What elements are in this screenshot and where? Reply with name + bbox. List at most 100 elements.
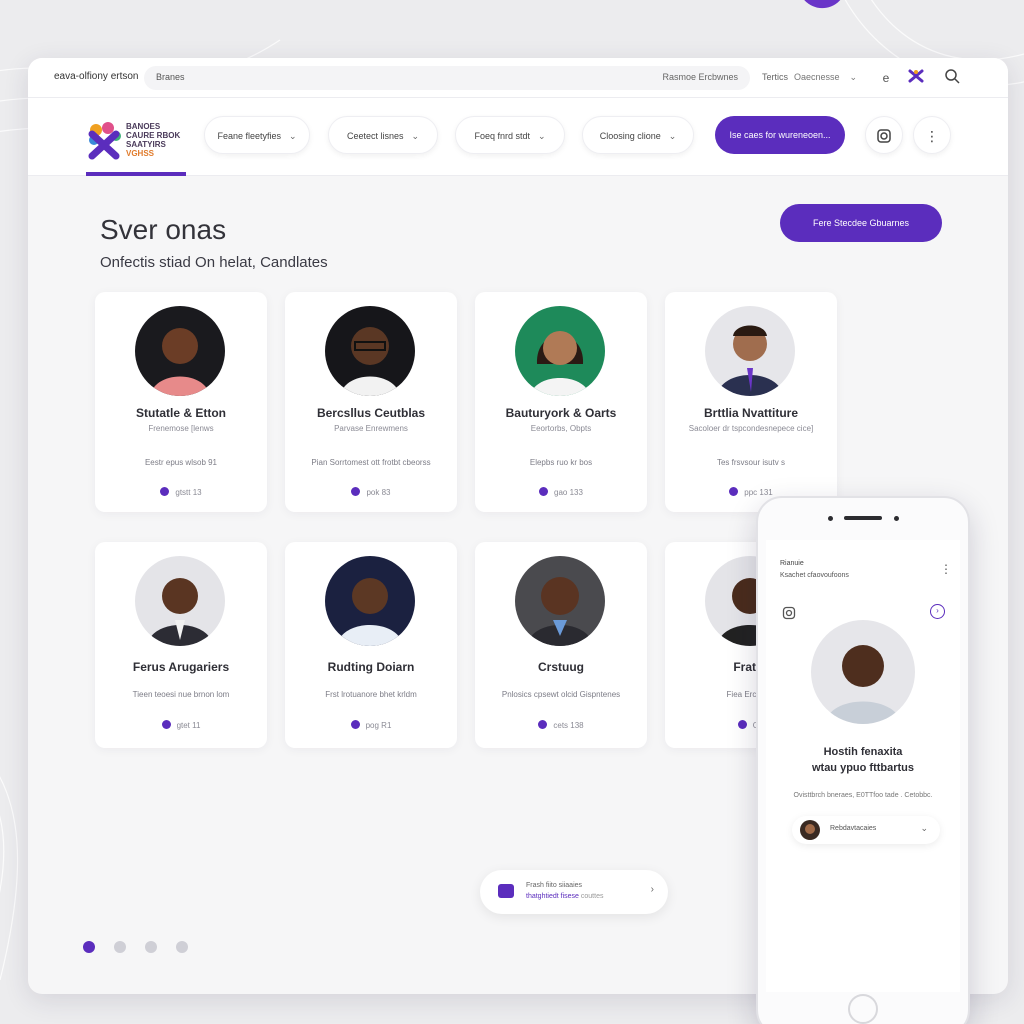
- brand-logo[interactable]: BANOES CAURE RBOK SAATYIRS VGHSS: [86, 120, 186, 160]
- toast-title: Frash fiito siiaaies: [526, 882, 583, 889]
- candidate-description: Eestr epus wlsob 91: [144, 458, 218, 467]
- phone-screen: Rianuie Ksachet cfaovoufoons ⋮ › Hostih …: [766, 540, 960, 992]
- phone-speaker: [844, 516, 882, 520]
- settings-icon[interactable]: e: [876, 68, 896, 88]
- logo-line-4: VGHSS: [126, 149, 155, 158]
- candidate-name: Brttlia Nvattiture: [703, 406, 798, 420]
- address-query: Branes: [156, 72, 185, 82]
- home-button[interactable]: [848, 994, 878, 1024]
- filter-label: Cloosing clione: [599, 131, 661, 141]
- candidate-meta-text: gtet 11: [176, 721, 201, 730]
- filter-label: Ceetect lisnes: [346, 131, 404, 141]
- toast-body-muted: couttes: [580, 893, 604, 900]
- filter-label: Foeq fnrd stdt: [474, 131, 530, 141]
- candidate-meta: pok 83: [285, 487, 457, 497]
- candidate-meta: gtstt 13: [95, 487, 267, 497]
- filter-label: Feane fleetyfies: [217, 131, 281, 141]
- candidate-role: Sacoloer dr tspcondesnepece cice]: [688, 424, 814, 433]
- candidate-card[interactable]: Bercsllus Ceutblas Parvase Enrewmens Pia…: [285, 292, 457, 512]
- candidate-description: Elepbs ruo kr bos: [529, 458, 593, 467]
- avatar: [800, 820, 820, 840]
- chat-icon: [498, 884, 514, 898]
- status-dot-icon: [351, 487, 361, 496]
- browser-toolbar: eava-olfiony ertson Branes Rasmoe Ercbwn…: [28, 58, 1008, 98]
- candidate-name: Bercsllus Ceutblas: [316, 406, 426, 420]
- status-dot-icon: [161, 720, 171, 729]
- chevron-down-icon: ⌄: [849, 72, 858, 82]
- chevron-down-icon: ⌄: [411, 131, 420, 141]
- phone-name-line-2: wtau ypuo fttbartus: [811, 762, 915, 774]
- candidate-card[interactable]: Bauturyork & Oarts Eeortorbs, Obpts Elep…: [475, 292, 647, 512]
- page-dot-3[interactable]: [145, 941, 157, 953]
- phone-subtitle: Ksachet cfaovoufoons: [780, 572, 849, 579]
- instagram-icon[interactable]: [782, 606, 796, 623]
- candidate-card[interactable]: Crstuug Pnlosics cpsewt olcid Gispntenes…: [475, 542, 647, 748]
- candidate-meta-text: gao 133: [554, 488, 583, 497]
- candidate-description: Pnlosics cpsewt olcid Gispntenes: [501, 690, 621, 699]
- chevron-right-icon: ›: [650, 884, 654, 895]
- address-bar[interactable]: Branes Rasmoe Ercbwnes: [144, 66, 750, 90]
- page-dot-2[interactable]: [114, 941, 126, 953]
- toast-body-text: thatghtiedt fisese: [526, 893, 579, 900]
- chevron-down-icon: ⌄: [289, 131, 297, 141]
- status-dot-icon: [160, 487, 170, 496]
- more-vertical-icon[interactable]: ⋮: [913, 116, 951, 154]
- site-header: BANOES CAURE RBOK SAATYIRS VGHSS Feane f…: [28, 98, 1008, 176]
- chevron-down-icon: ⌄: [668, 131, 677, 141]
- candidate-role: Parvase Enrewmens: [334, 424, 408, 433]
- logo-text: BANOES CAURE RBOK SAATYIRS VGHSS: [126, 122, 180, 158]
- toolbar-dropdown[interactable]: Oaecnesse ⌄: [794, 66, 860, 90]
- candidate-meta-text: ppc 131: [744, 488, 773, 497]
- candidate-name: Rudting Doiarn: [327, 660, 415, 674]
- page-dot-1[interactable]: [83, 941, 95, 953]
- candidate-name: Bauturyork & Oarts: [505, 406, 617, 420]
- avatar: [515, 556, 605, 646]
- chat-icon[interactable]: ›: [930, 604, 945, 619]
- phone-camera: [828, 516, 833, 521]
- chevron-down-icon: ⌄: [920, 823, 928, 833]
- candidate-name: Crstuug: [538, 660, 584, 674]
- toast-body: thatghtiedt fisese couttes: [526, 893, 603, 900]
- avatar: [325, 556, 415, 646]
- candidate-card[interactable]: Rudting Doiarn Frst lrotuanore bhet krld…: [285, 542, 457, 748]
- logo-line-3: SAATYIRS: [126, 140, 166, 149]
- candidate-meta: cets 138: [475, 720, 647, 730]
- header-cta-button[interactable]: Ise caes for wureneoen...: [715, 116, 845, 154]
- phone-select[interactable]: Rebdavtacaies ⌄: [792, 816, 940, 844]
- page-dot-4[interactable]: [176, 941, 188, 953]
- phone-candidate-name: Hostih fenaxita wtau ypuo fttbartus: [766, 744, 960, 776]
- notification-toast[interactable]: Frash fiito siiaaies thatghtiedt fisese …: [480, 870, 668, 914]
- decorative-accent-shape: [797, 0, 851, 12]
- filter-dropdown-1[interactable]: Feane fleetyfies ⌄: [204, 116, 310, 154]
- candidate-meta-text: pok 83: [366, 488, 391, 497]
- candidate-meta: gtet 11: [95, 720, 267, 730]
- candidate-meta: gao 133: [475, 487, 647, 497]
- primary-action-button[interactable]: Fere Stecdee Gbuarnes: [780, 204, 942, 242]
- status-dot-icon: [538, 720, 548, 729]
- phone-select-label: Rebdavtacaies: [830, 825, 877, 832]
- filter-dropdown-4[interactable]: Cloosing clione ⌄: [582, 116, 694, 154]
- instagram-icon[interactable]: [865, 116, 903, 154]
- candidate-card[interactable]: Stutatle & Etton Frenemose [lenws Eestr …: [95, 292, 267, 512]
- filter-dropdown-3[interactable]: Foeq fnrd stdt ⌄: [455, 116, 565, 154]
- brand-logo-icon[interactable]: [906, 68, 926, 88]
- phone-sensor: [894, 516, 899, 521]
- search-icon[interactable]: [942, 68, 962, 88]
- candidate-role: Eeortorbs, Obpts: [530, 424, 592, 433]
- status-dot-icon: [737, 720, 747, 729]
- status-dot-icon: [729, 487, 739, 496]
- window-title: eava-olfiony ertson: [54, 71, 139, 82]
- filter-dropdown-2[interactable]: Ceetect lisnes ⌄: [328, 116, 438, 154]
- avatar: [135, 306, 225, 396]
- candidate-card[interactable]: Brttlia Nvattiture Sacoloer dr tspcondes…: [665, 292, 837, 512]
- phone-title: Rianuie: [780, 560, 804, 567]
- more-vertical-icon[interactable]: ⋮: [940, 562, 952, 576]
- phone-name-line-1: Hostih fenaxita: [823, 746, 903, 758]
- logo-mark-icon: [88, 122, 121, 160]
- avatar: [705, 306, 795, 396]
- candidate-name: Ferus Arugariers: [132, 660, 230, 674]
- favorites-link[interactable]: Tertics: [762, 72, 788, 82]
- candidate-card[interactable]: Ferus Arugariers Tieen teoesi nue brnon …: [95, 542, 267, 748]
- toolbar-dropdown-label: Oaecnesse: [794, 72, 840, 82]
- candidate-description: Frst lrotuanore bhet krldm: [325, 690, 417, 699]
